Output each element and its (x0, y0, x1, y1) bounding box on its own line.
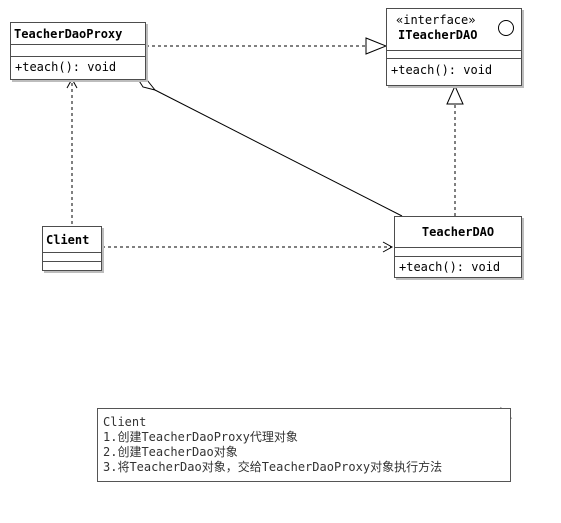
class-teacherdao-attributes (395, 248, 521, 257)
aggregation-line (154, 89, 403, 217)
class-teacherdao-name: TeacherDAO (395, 217, 521, 248)
class-teacherdaoproxy-name: TeacherDaoProxy (11, 23, 145, 45)
class-client-attributes (43, 253, 101, 262)
proxy-realization-arrowhead (365, 37, 388, 55)
class-teacherdaoproxy-operation: +teach(): void (15, 60, 117, 74)
note-line: Client (103, 415, 147, 429)
note[interactable]: Client 1.创建TeacherDaoProxy代理对象 2.创建Teach… (97, 408, 511, 482)
interface-circle-icon (498, 20, 514, 36)
note-line: 1.创建TeacherDaoProxy代理对象 (103, 430, 298, 444)
dao-realization-arrowhead (446, 84, 464, 105)
class-iteacherdao-attributes (387, 51, 521, 59)
class-teacherdaoproxy-attributes (11, 45, 145, 57)
class-teacherdao[interactable]: TeacherDAO +teach(): void (394, 216, 522, 278)
class-teacherdaoproxy[interactable]: TeacherDaoProxy +teach(): void (10, 22, 146, 80)
class-client-operations (43, 262, 101, 270)
note-line: 3.将TeacherDao对象，交给TeacherDaoProxy对象执行方法 (103, 460, 443, 474)
class-client[interactable]: Client (42, 226, 102, 271)
note-line: 2.创建TeacherDao对象 (103, 445, 238, 459)
class-teacherdao-operation: +teach(): void (399, 260, 501, 274)
class-iteacherdao[interactable]: «interface» ITeacherDAO +teach(): void (386, 8, 522, 86)
class-client-name: Client (43, 227, 101, 253)
class-iteacherdao-name: ITeacherDAO (398, 28, 478, 42)
class-iteacherdao-operation: +teach(): void (391, 63, 493, 77)
